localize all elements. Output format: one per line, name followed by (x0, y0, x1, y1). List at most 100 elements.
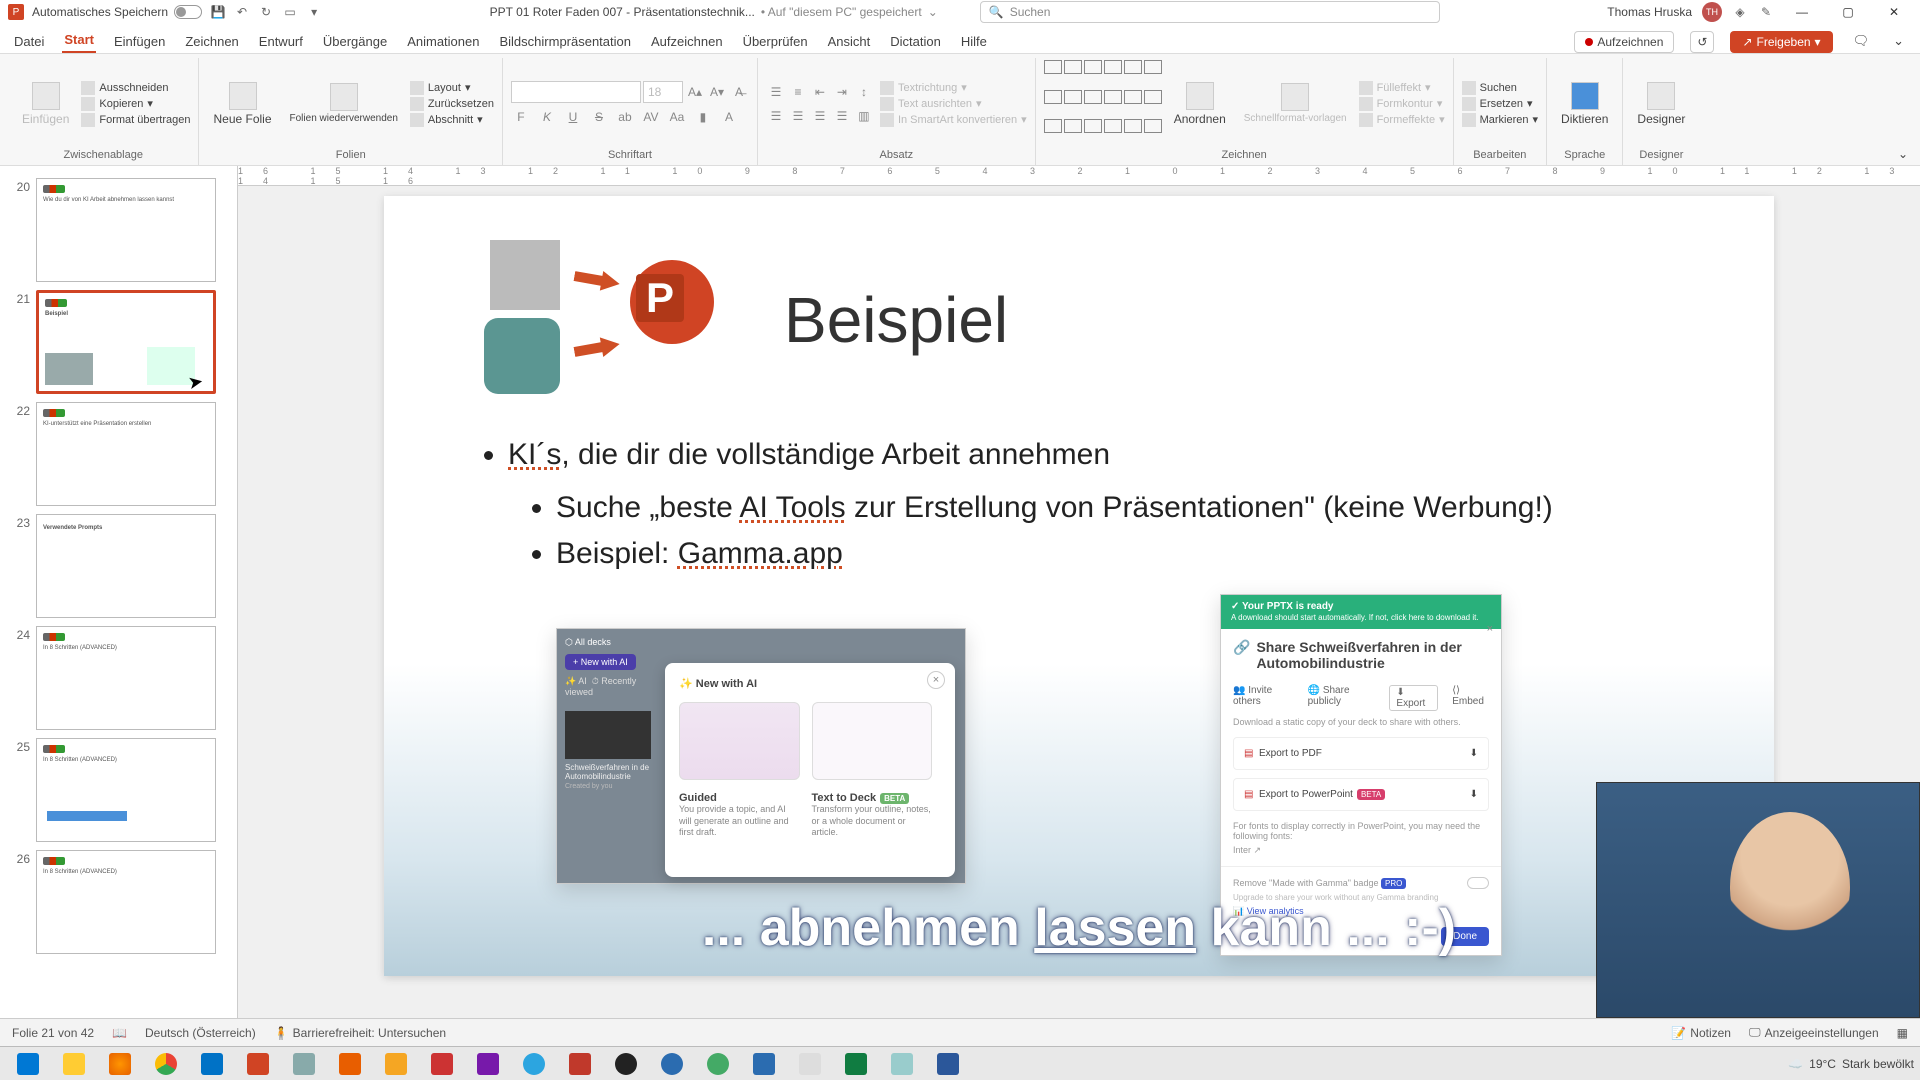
share-icon: ↗ (1742, 35, 1752, 49)
history-button[interactable]: ↺ (1690, 31, 1714, 53)
share-button[interactable]: ↗Freigeben▾ (1730, 31, 1832, 53)
app-icon[interactable] (742, 1049, 786, 1079)
accessibility-status[interactable]: 🧍Barrierefreiheit: Untersuchen (274, 1026, 446, 1040)
layout-button[interactable]: Layout ▾ (410, 80, 494, 96)
autosave-toggle[interactable] (174, 5, 202, 19)
tab-zeichnen[interactable]: Zeichnen (183, 30, 240, 53)
reset-button[interactable]: Zurücksetzen (410, 96, 494, 112)
app-icon[interactable] (374, 1049, 418, 1079)
telegram-icon[interactable] (512, 1049, 556, 1079)
reuse-slides-button[interactable]: Folien wiederverwenden (284, 60, 404, 147)
document-title[interactable]: PPT 01 Roter Faden 007 - Präsentationste… (490, 5, 755, 19)
start-button[interactable] (6, 1049, 50, 1079)
notes-button[interactable]: 📝 Notizen (1671, 1026, 1731, 1040)
tab-uebergaenge[interactable]: Übergänge (321, 30, 389, 53)
group-label: Absatz (766, 147, 1027, 163)
tab-ueberpruefen[interactable]: Überprüfen (741, 30, 810, 53)
tab-animationen[interactable]: Animationen (405, 30, 481, 53)
new-slide-button[interactable]: Neue Folie (207, 60, 277, 147)
find-button[interactable]: Suchen (1462, 80, 1538, 96)
shapes-gallery[interactable] (1044, 60, 1162, 147)
maximize-button[interactable]: ▢ (1830, 1, 1866, 23)
outlook-icon[interactable] (190, 1049, 234, 1079)
slide-thumbnail-25[interactable]: In 8 Schritten (ADVANCED) (36, 738, 216, 842)
tab-entwurf[interactable]: Entwurf (257, 30, 305, 53)
search-input[interactable]: 🔍 Suchen (980, 1, 1440, 23)
ribbon-options-icon[interactable]: ⌄ (1894, 143, 1912, 165)
powerpoint-taskbar-icon[interactable] (236, 1049, 280, 1079)
record-button[interactable]: Aufzeichnen (1574, 31, 1674, 53)
tab-hilfe[interactable]: Hilfe (959, 30, 989, 53)
highlight-icon: ▮ (693, 107, 713, 127)
explorer-icon[interactable] (52, 1049, 96, 1079)
slide-thumbnail-26[interactable]: In 8 Schritten (ADVANCED) (36, 850, 216, 954)
firefox-icon[interactable] (98, 1049, 142, 1079)
format-painter-button[interactable]: Format übertragen (81, 112, 190, 128)
app-icon[interactable] (696, 1049, 740, 1079)
section-button[interactable]: Abschnitt ▾ (410, 112, 494, 128)
copy-button[interactable]: Kopieren ▾ (81, 96, 190, 112)
cut-button[interactable]: Ausschneiden (81, 80, 190, 96)
spell-icon[interactable]: 📖 (112, 1026, 127, 1040)
slide-title[interactable]: Beispiel (784, 283, 1008, 357)
select-button[interactable]: Markieren ▾ (1462, 112, 1538, 128)
minimize-button[interactable]: — (1784, 1, 1820, 23)
tab-start[interactable]: Start (62, 28, 96, 53)
user-name[interactable]: Thomas Hruska (1607, 5, 1692, 19)
align-text-icon (880, 97, 894, 111)
tab-ansicht[interactable]: Ansicht (826, 30, 873, 53)
present-icon[interactable]: ▭ (282, 4, 298, 20)
webcam-overlay (1596, 782, 1920, 1018)
close-button[interactable]: ✕ (1876, 1, 1912, 23)
designer-button[interactable]: Designer (1631, 60, 1691, 147)
avatar[interactable]: TH (1702, 2, 1722, 22)
undo-icon[interactable]: ↶ (234, 4, 250, 20)
slide-counter[interactable]: Folie 21 von 42 (12, 1026, 94, 1040)
layout-icon (410, 81, 424, 95)
diamond-icon[interactable]: ◈ (1732, 4, 1748, 20)
app-icon[interactable] (650, 1049, 694, 1079)
slide-canvas[interactable]: Beispiel KI´s, die dir die vollständige … (384, 196, 1774, 976)
vlc-icon[interactable] (328, 1049, 372, 1079)
slide-body[interactable]: KI´s, die dir die vollständige Arbeit an… (480, 432, 1553, 578)
notepad-icon[interactable] (880, 1049, 924, 1079)
normal-view-icon[interactable]: ▦ (1897, 1026, 1908, 1040)
slide-thumbnail-22[interactable]: KI-unterstützt eine Präsentation erstell… (36, 402, 216, 506)
status-bar: Folie 21 von 42 📖 Deutsch (Österreich) 🧍… (0, 1018, 1920, 1046)
word-icon[interactable] (926, 1049, 970, 1079)
title-dropdown-icon[interactable]: ⌄ (928, 5, 938, 19)
replace-button[interactable]: Ersetzen ▾ (1462, 96, 1538, 112)
line-spacing-icon: ↕ (854, 82, 874, 102)
slide-thumbnails-panel[interactable]: 20 Wie du dir von KI Arbeit abnehmen las… (0, 166, 238, 1018)
app-icon[interactable] (558, 1049, 602, 1079)
qat-more-icon[interactable]: ▾ (306, 4, 322, 20)
tab-datei[interactable]: Datei (12, 30, 46, 53)
save-icon[interactable]: 💾 (210, 4, 226, 20)
obs-icon[interactable] (604, 1049, 648, 1079)
tab-aufzeichnen[interactable]: Aufzeichnen (649, 30, 725, 53)
pen-icon[interactable]: ✎ (1758, 4, 1774, 20)
arrow-icon (573, 266, 622, 294)
excel-icon[interactable] (834, 1049, 878, 1079)
app-icon[interactable] (420, 1049, 464, 1079)
tab-einfuegen[interactable]: Einfügen (112, 30, 167, 53)
app-icon[interactable] (282, 1049, 326, 1079)
collapse-ribbon-icon[interactable]: ⌄ (1889, 29, 1908, 53)
tab-dictation[interactable]: Dictation (888, 30, 943, 53)
slide-thumbnail-20[interactable]: Wie du dir von KI Arbeit abnehmen lassen… (36, 178, 216, 282)
slide-thumbnail-23[interactable]: Verwendete Prompts (36, 514, 216, 618)
dictate-button[interactable]: Diktieren (1555, 60, 1614, 147)
language-status[interactable]: Deutsch (Österreich) (145, 1026, 256, 1040)
chrome-icon[interactable] (144, 1049, 188, 1079)
app-icon[interactable] (788, 1049, 832, 1079)
tab-bildschirm[interactable]: Bildschirmpräsentation (497, 30, 633, 53)
modal-title: New with AI (696, 678, 757, 690)
weather-widget[interactable]: ☁️ 19°C Stark bewölkt (1788, 1057, 1914, 1071)
slide-thumbnail-24[interactable]: In 8 Schritten (ADVANCED) (36, 626, 216, 730)
comments-icon[interactable]: 🗨 (1849, 29, 1874, 53)
display-settings-button[interactable]: 🖵 Anzeigeeinstellungen (1749, 1025, 1879, 1040)
underline-icon: U (563, 107, 583, 127)
arrange-button[interactable]: Anordnen (1168, 60, 1232, 147)
onenote-icon[interactable] (466, 1049, 510, 1079)
redo-icon[interactable]: ↻ (258, 4, 274, 20)
